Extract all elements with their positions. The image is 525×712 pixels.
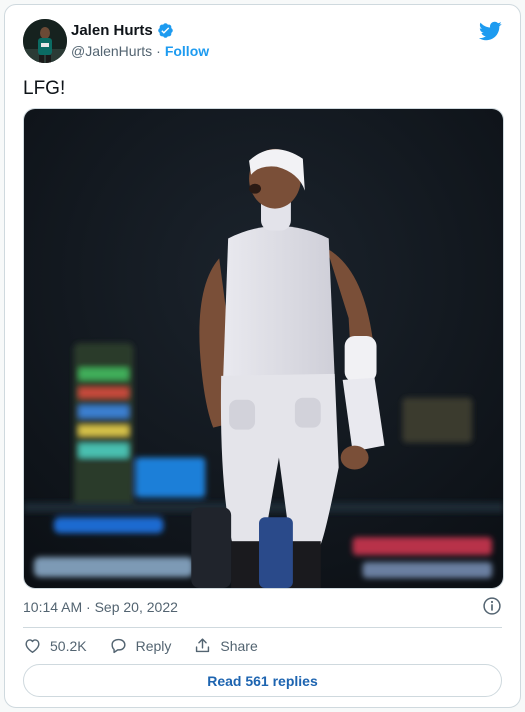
like-button[interactable]: 50.2K (23, 636, 87, 655)
tweet-text: LFG! (23, 78, 66, 99)
author-name[interactable]: Jalen Hurts (71, 22, 153, 39)
read-replies-button[interactable]: Read 561 replies (23, 664, 502, 697)
reply-label: Reply (135, 637, 172, 654)
follow-button[interactable]: Follow (165, 43, 209, 59)
share-button[interactable]: Share (193, 636, 258, 655)
share-upload-icon (196, 638, 210, 653)
verified-badge-icon (157, 23, 173, 38)
tweet-timestamp[interactable]: 10:14 AM · Sep 20, 2022 (23, 599, 178, 615)
author-handle[interactable]: @JalenHurts (71, 43, 152, 59)
info-icon[interactable] (482, 596, 502, 616)
tweet-card: Jalen Hurts @JalenHurts · Follow LFG! 10… (4, 4, 521, 708)
tweet-photo[interactable] (23, 108, 504, 589)
like-count: 50.2K (50, 637, 87, 654)
twitter-bird-icon[interactable] (478, 19, 502, 43)
reply-bubble-icon (111, 638, 126, 654)
share-label: Share (220, 637, 258, 654)
separator-dot: · (156, 43, 161, 59)
avatar[interactable] (23, 19, 67, 63)
author-name-row: Jalen Hurts (71, 22, 174, 39)
author-handle-row: @JalenHurts · Follow (71, 43, 209, 59)
divider (23, 627, 502, 628)
action-bar: 50.2K Reply Share (23, 636, 258, 655)
heart-icon (25, 639, 40, 653)
reply-button[interactable]: Reply (109, 636, 172, 655)
